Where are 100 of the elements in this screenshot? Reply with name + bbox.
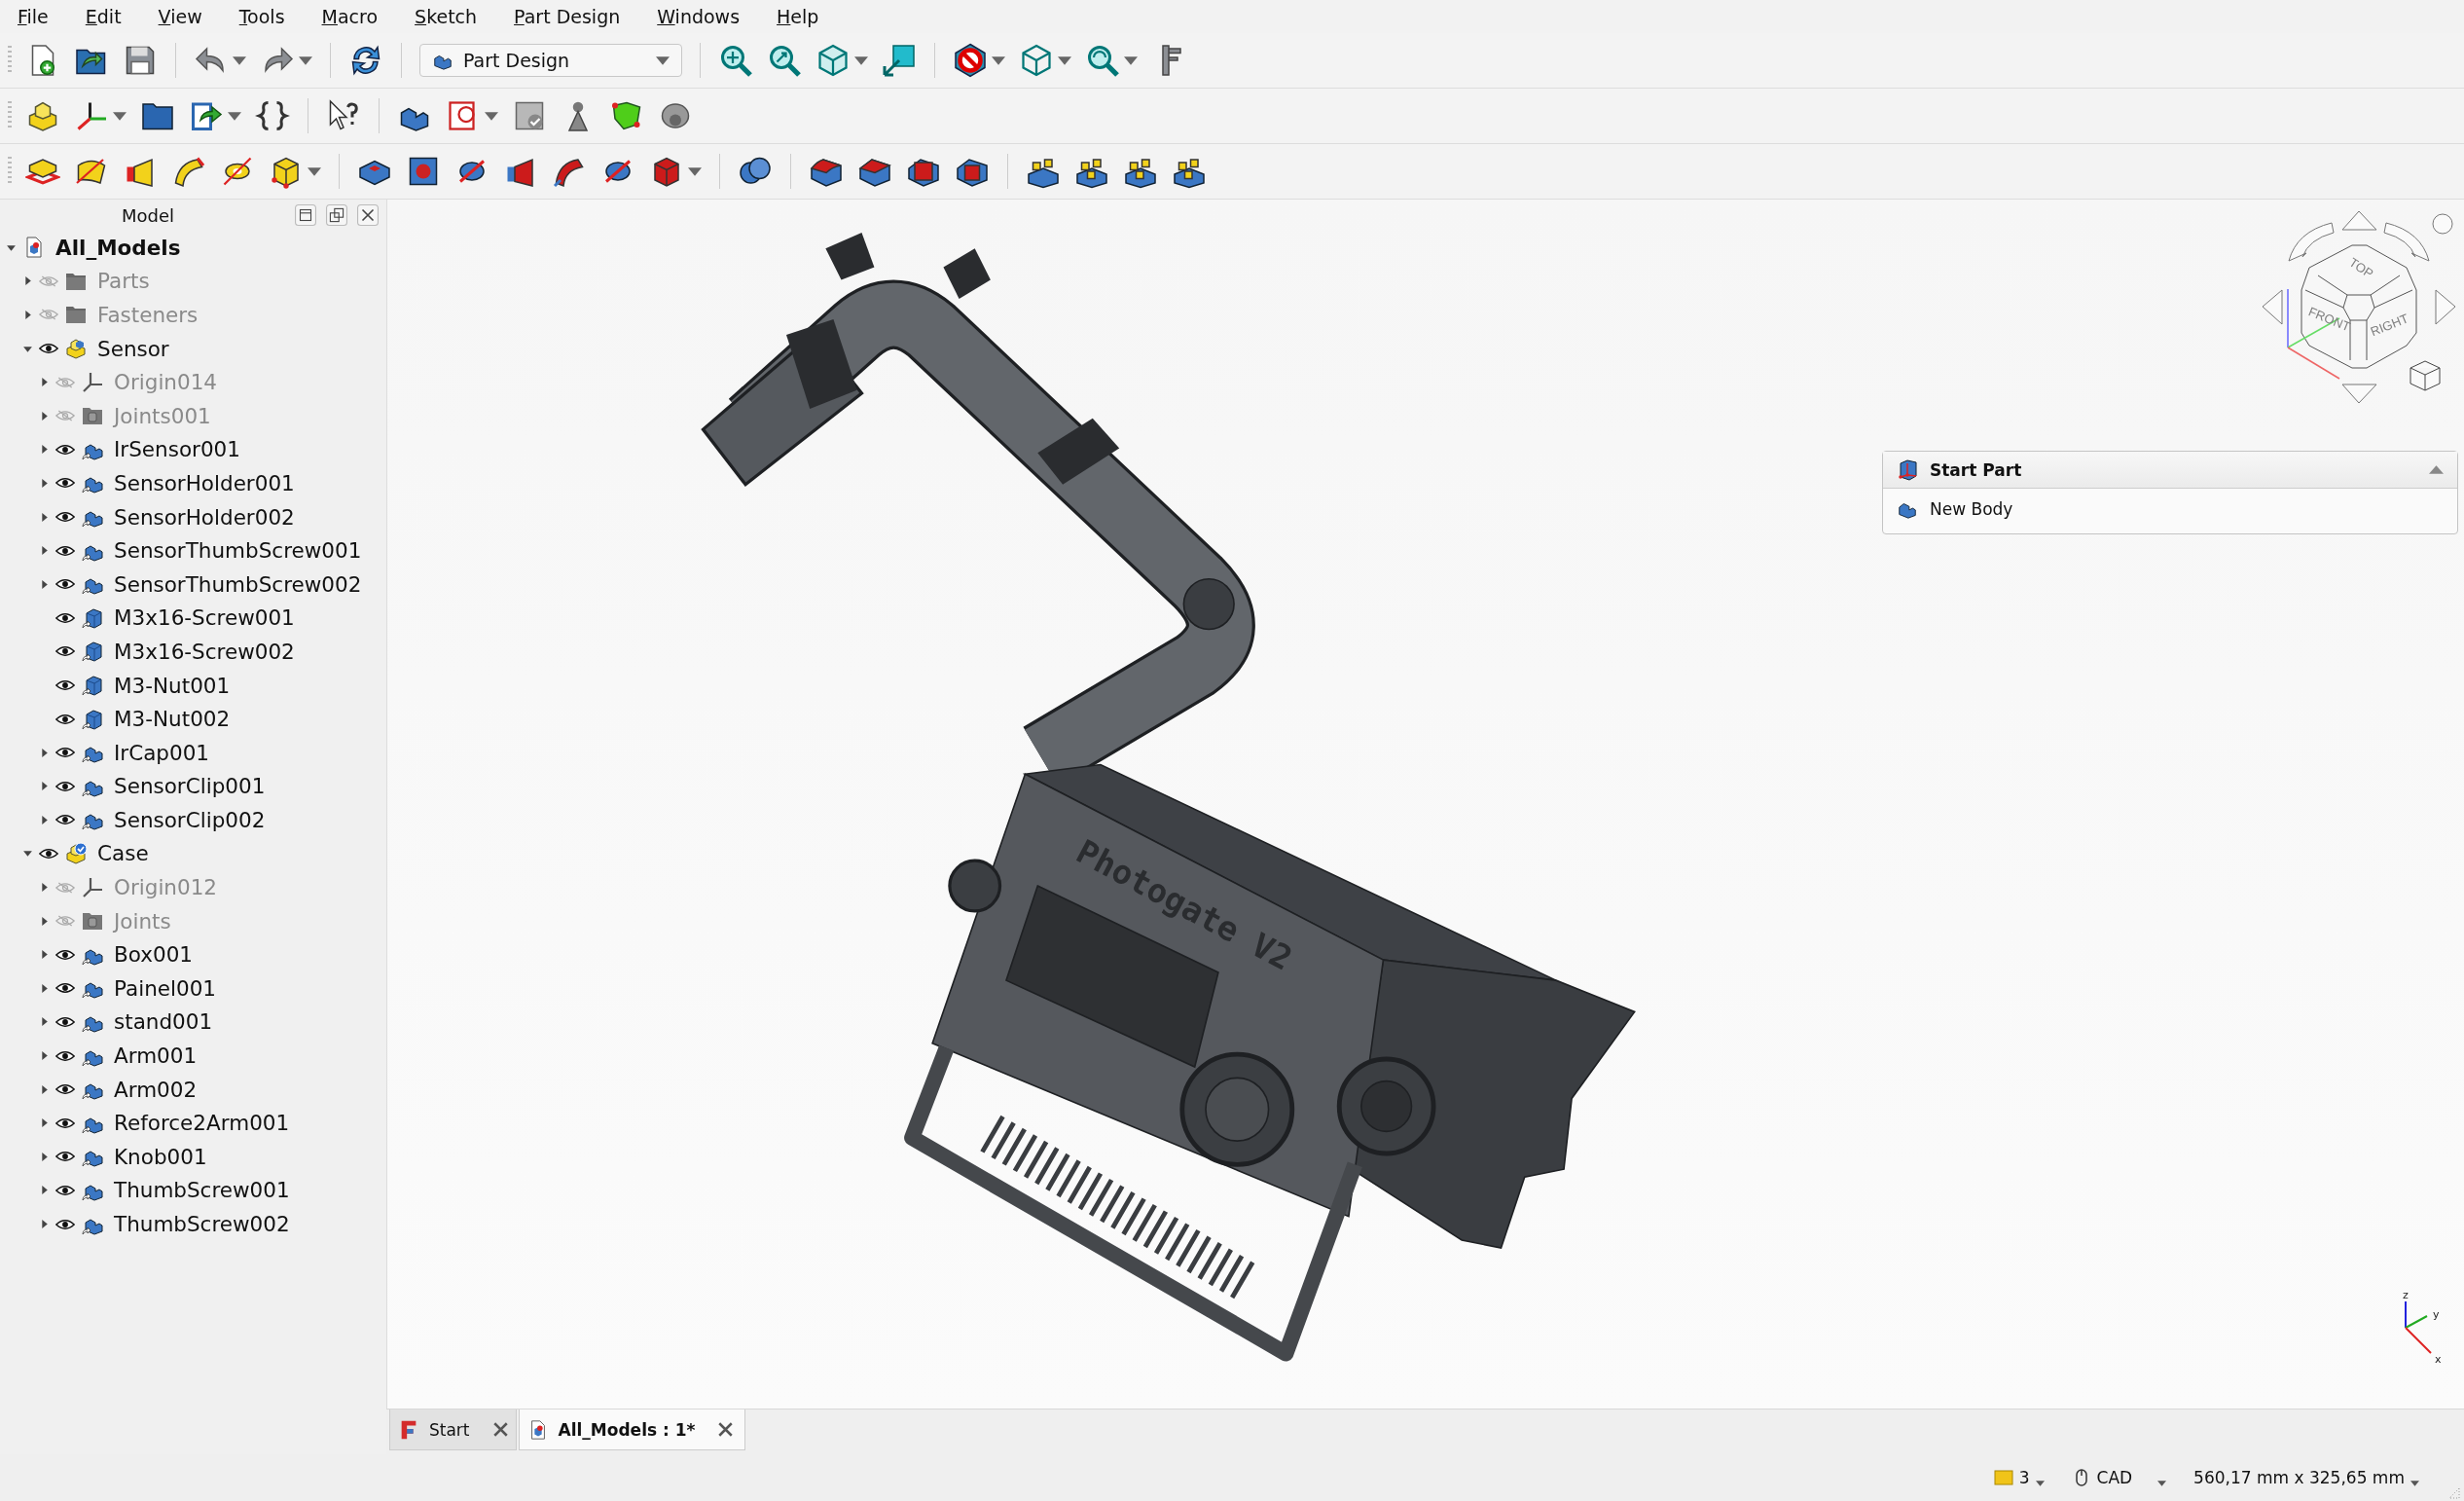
expand-arrow-icon[interactable] xyxy=(39,781,50,792)
tree-item[interactable]: M3-Nut001 xyxy=(114,673,231,698)
menu-item[interactable]: Tools xyxy=(238,6,285,27)
expand-arrow-icon[interactable] xyxy=(39,410,50,421)
tree-item[interactable]: Box001 xyxy=(114,942,193,968)
eye-icon[interactable] xyxy=(55,814,75,826)
caret-icon[interactable] xyxy=(308,166,321,176)
tree-item[interactable]: M3x16-Screw002 xyxy=(114,639,295,664)
tree-item[interactable]: Painel001 xyxy=(114,975,216,1001)
eye-icon[interactable] xyxy=(55,1049,75,1062)
menu-item[interactable]: Edit xyxy=(85,6,122,27)
menu-item[interactable]: File xyxy=(18,6,49,27)
tree-item[interactable]: Arm001 xyxy=(114,1043,198,1069)
braces-icon[interactable] xyxy=(255,98,290,133)
eye-icon[interactable] xyxy=(55,544,75,557)
eye-icon[interactable] xyxy=(55,982,75,995)
menu-item[interactable]: View xyxy=(158,6,202,27)
expand-arrow-icon[interactable] xyxy=(39,1151,50,1162)
navigation-style-button[interactable]: CAD xyxy=(2071,1468,2167,1487)
menu-item[interactable]: Sketch xyxy=(415,6,478,27)
pan-arrow-icon[interactable] xyxy=(2341,384,2377,404)
tree-item[interactable]: M3x16-Screw001 xyxy=(114,605,295,631)
rotate-arrow-icon[interactable] xyxy=(2288,222,2335,262)
document-tab[interactable]: Start xyxy=(389,1409,517,1450)
tree-item[interactable]: SensorHolder001 xyxy=(114,470,295,495)
task-link[interactable]: New Body xyxy=(1930,499,2013,519)
menu-item[interactable]: Part Design xyxy=(514,6,621,27)
eye-icon[interactable] xyxy=(55,645,75,658)
caret-icon[interactable] xyxy=(113,111,127,121)
eye-icon[interactable] xyxy=(55,948,75,961)
expand-arrow-icon[interactable] xyxy=(39,377,50,388)
eye-icon[interactable] xyxy=(55,1083,75,1096)
expand-arrow-icon[interactable] xyxy=(39,1083,50,1095)
expand-arrow-icon[interactable] xyxy=(39,545,50,557)
tree-item[interactable]: Arm002 xyxy=(114,1077,198,1102)
expand-arrow-icon[interactable] xyxy=(39,1050,50,1062)
expand-arrow-icon[interactable] xyxy=(39,1219,50,1229)
float-button[interactable] xyxy=(326,204,347,226)
caret-icon[interactable] xyxy=(1058,55,1071,65)
close-icon[interactable] xyxy=(718,1422,734,1437)
pan-arrow-icon[interactable] xyxy=(2435,289,2456,325)
cube-face-label[interactable]: TOP xyxy=(2346,254,2376,281)
expand-arrow-icon[interactable] xyxy=(39,982,50,994)
tree-item[interactable]: ThumbScrew002 xyxy=(114,1212,290,1236)
caret-icon[interactable] xyxy=(299,55,312,65)
collapse-arrow-icon[interactable] xyxy=(2429,465,2444,474)
task-panel-header[interactable]: Start Part xyxy=(1883,452,2457,489)
tree-item[interactable]: Reforce2Arm001 xyxy=(114,1111,290,1136)
caret-icon[interactable] xyxy=(992,55,1005,65)
tree-item[interactable]: All_Models xyxy=(55,235,181,260)
eye-icon[interactable] xyxy=(39,848,58,860)
tree-item[interactable]: Case xyxy=(97,841,149,866)
caret-icon[interactable] xyxy=(485,111,498,121)
caret-icon[interactable] xyxy=(233,55,246,65)
eye-icon[interactable] xyxy=(55,747,75,759)
layer-button[interactable]: 3 xyxy=(1993,1468,2045,1487)
navigation-cube-drawing[interactable] xyxy=(2301,244,2417,369)
caret-icon[interactable] xyxy=(854,55,868,65)
expand-arrow-icon[interactable] xyxy=(39,477,50,489)
caret-icon[interactable] xyxy=(228,111,241,121)
zoom-icon[interactable] xyxy=(718,43,753,78)
menu-circle-icon[interactable] xyxy=(2432,213,2453,235)
dimensions-button[interactable]: 560,17 mm x 325,65 mm xyxy=(2193,1468,2419,1487)
expand-arrow-icon[interactable] xyxy=(39,747,50,758)
eye-icon[interactable] xyxy=(55,1218,75,1230)
expand-arrow-icon[interactable] xyxy=(22,848,33,860)
eye-icon[interactable] xyxy=(55,1151,75,1163)
eye-icon[interactable] xyxy=(55,679,75,691)
eye-icon[interactable] xyxy=(55,511,75,524)
eye-icon[interactable] xyxy=(55,611,75,624)
cube-icon[interactable] xyxy=(2410,360,2441,391)
pan-arrow-icon[interactable] xyxy=(2341,210,2377,231)
eye-icon[interactable] xyxy=(39,343,58,355)
workbench-dropdown[interactable]: Part Design xyxy=(419,44,682,77)
eye-icon[interactable] xyxy=(55,1117,75,1129)
expand-arrow-icon[interactable] xyxy=(39,882,50,894)
expand-arrow-icon[interactable] xyxy=(39,1185,50,1196)
tree-item[interactable]: SensorThumbScrew001 xyxy=(114,538,362,564)
expand-arrow-icon[interactable] xyxy=(39,1016,50,1028)
eye-icon[interactable] xyxy=(55,780,75,792)
tree-item[interactable]: SensorHolder002 xyxy=(114,504,295,530)
tree-item[interactable]: Knob001 xyxy=(114,1144,207,1169)
tree-item[interactable]: IrSensor001 xyxy=(114,437,240,462)
eye-icon[interactable] xyxy=(55,1015,75,1028)
menu-item[interactable]: Help xyxy=(777,6,819,27)
expand-arrow-icon[interactable] xyxy=(22,275,33,287)
close-icon[interactable] xyxy=(492,1422,508,1437)
tree-item[interactable]: ThumbScrew001 xyxy=(114,1178,290,1203)
eye-icon[interactable] xyxy=(55,578,75,591)
close-icon[interactable] xyxy=(357,204,379,226)
expand-arrow-icon[interactable] xyxy=(39,949,50,961)
expand-arrow-icon[interactable] xyxy=(39,511,50,523)
eye-icon[interactable] xyxy=(55,477,75,490)
measure-icon[interactable] xyxy=(882,43,917,78)
tree-item[interactable]: SensorThumbScrew002 xyxy=(114,571,362,597)
zoom-icon[interactable] xyxy=(1085,43,1120,78)
no-sign-icon[interactable] xyxy=(953,43,988,78)
caret-icon[interactable] xyxy=(688,166,702,176)
pan-arrow-icon[interactable] xyxy=(2262,289,2283,325)
tree-item[interactable]: M3-Nut002 xyxy=(114,707,231,732)
